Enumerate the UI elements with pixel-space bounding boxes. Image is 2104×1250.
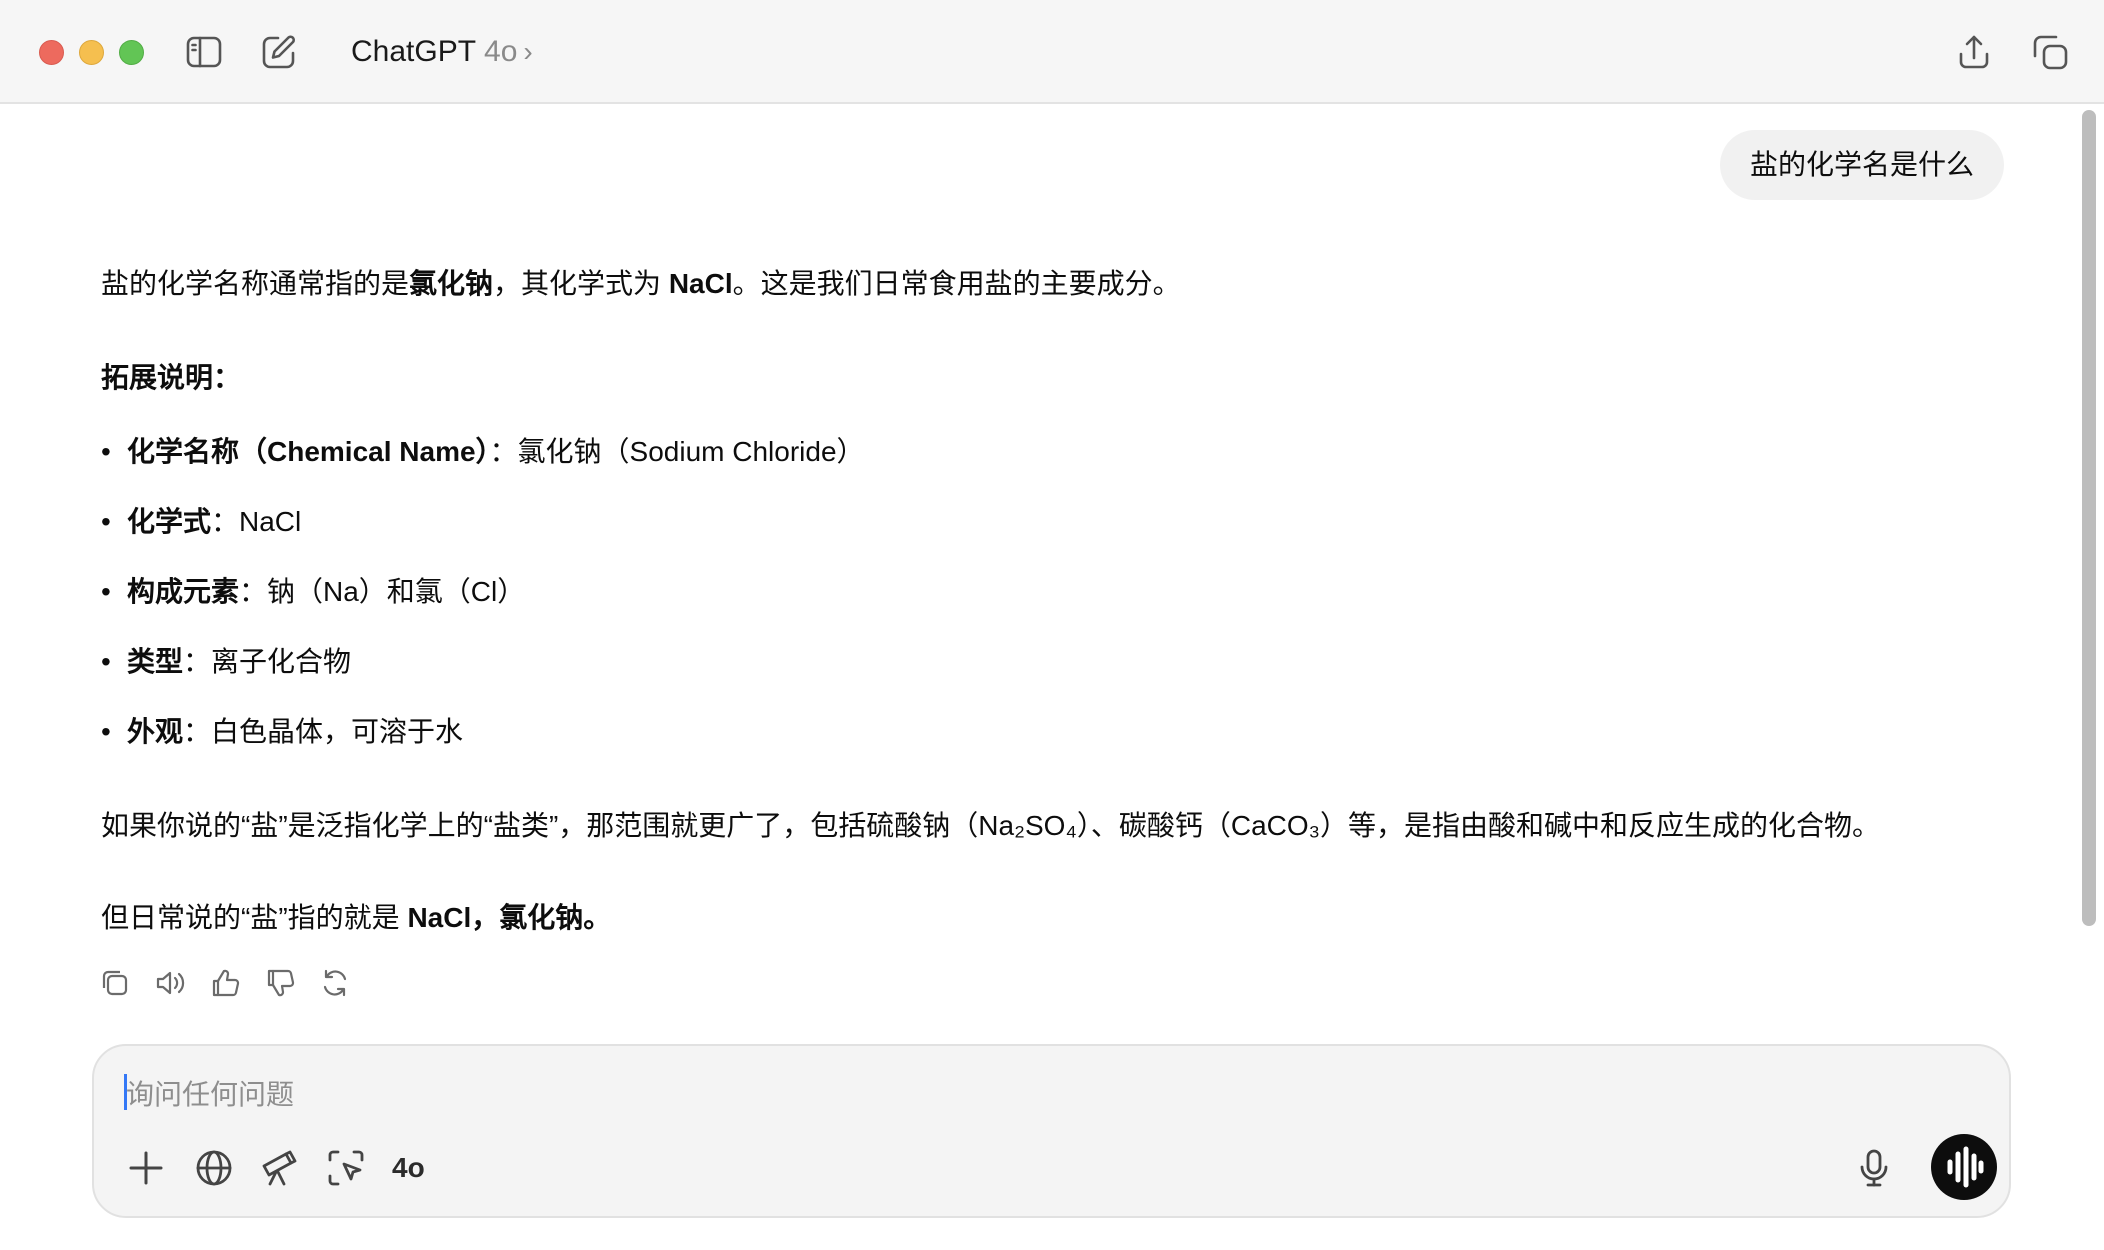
voice-mode-icon <box>1947 1146 1984 1188</box>
list-item: • 构成元素：钠（Na）和氯（Cl） <box>101 576 526 607</box>
chat-area: 盐的化学名是什么 盐的化学名称通常指的是氯化钠，其化学式为 NaCl。这是我们日… <box>0 104 2104 1250</box>
chevron-right-icon: › <box>523 36 533 67</box>
app-title: ChatGPT <box>351 35 477 68</box>
close-window-button[interactable] <box>39 40 64 65</box>
scrollbar[interactable] <box>2082 110 2096 926</box>
answer-intro: 盐的化学名称通常指的是氯化钠，其化学式为 NaCl。这是我们日常食用盐的主要成分… <box>101 268 1181 299</box>
telescope-icon[interactable] <box>256 1144 304 1192</box>
list-item: • 化学式：NaCl <box>101 506 302 537</box>
screen-select-icon[interactable] <box>322 1144 370 1192</box>
answer-paragraph: 如果你说的“盐”是泛指化学上的“盐类”，那范围就更广了，包括硫酸钠（Na₂SO₄… <box>101 810 1881 841</box>
answer-conclusion: 但日常说的“盐”指的就是 NaCl，氯化钠。 <box>101 902 612 933</box>
sidebar-toggle-icon[interactable] <box>184 32 224 72</box>
microphone-icon[interactable] <box>1850 1144 1898 1192</box>
section-heading: 拓展说明： <box>101 362 242 393</box>
list-item: • 化学名称（Chemical Name）：氯化钠（Sodium Chloride… <box>101 436 865 467</box>
thumbs-up-icon[interactable] <box>208 966 242 1000</box>
thumbs-down-icon[interactable] <box>263 966 297 1000</box>
message-composer: 4o <box>92 1044 2011 1218</box>
globe-icon[interactable] <box>190 1144 238 1192</box>
title-bar: ChatGPT 4o › <box>0 0 2104 104</box>
voice-mode-button[interactable] <box>1931 1134 1997 1200</box>
user-message-bubble: 盐的化学名是什么 <box>1719 130 2004 200</box>
plus-icon[interactable] <box>122 1144 170 1192</box>
chatgpt-window: ChatGPT 4o › 盐的化学名是什么 盐的化学名称通常指的是氯化钠，其化学式为… <box>0 0 2104 1250</box>
window-title[interactable]: ChatGPT 4o › <box>351 30 533 74</box>
new-window-icon[interactable] <box>2030 32 2070 72</box>
minimize-window-button[interactable] <box>79 40 104 65</box>
model-selector-button[interactable]: 4o <box>392 1146 425 1190</box>
list-item: • 外观：白色晶体，可溶于水 <box>101 716 464 747</box>
message-input[interactable] <box>124 1072 1828 1118</box>
model-name: 4o <box>484 35 518 68</box>
regenerate-icon[interactable] <box>318 966 352 1000</box>
share-icon[interactable] <box>1954 32 1994 72</box>
copy-icon[interactable] <box>98 966 132 1000</box>
new-chat-icon[interactable] <box>259 32 299 72</box>
list-item: • 类型：离子化合物 <box>101 646 352 677</box>
zoom-window-button[interactable] <box>119 40 144 65</box>
text-caret <box>124 1074 127 1110</box>
read-aloud-icon[interactable] <box>153 966 187 1000</box>
